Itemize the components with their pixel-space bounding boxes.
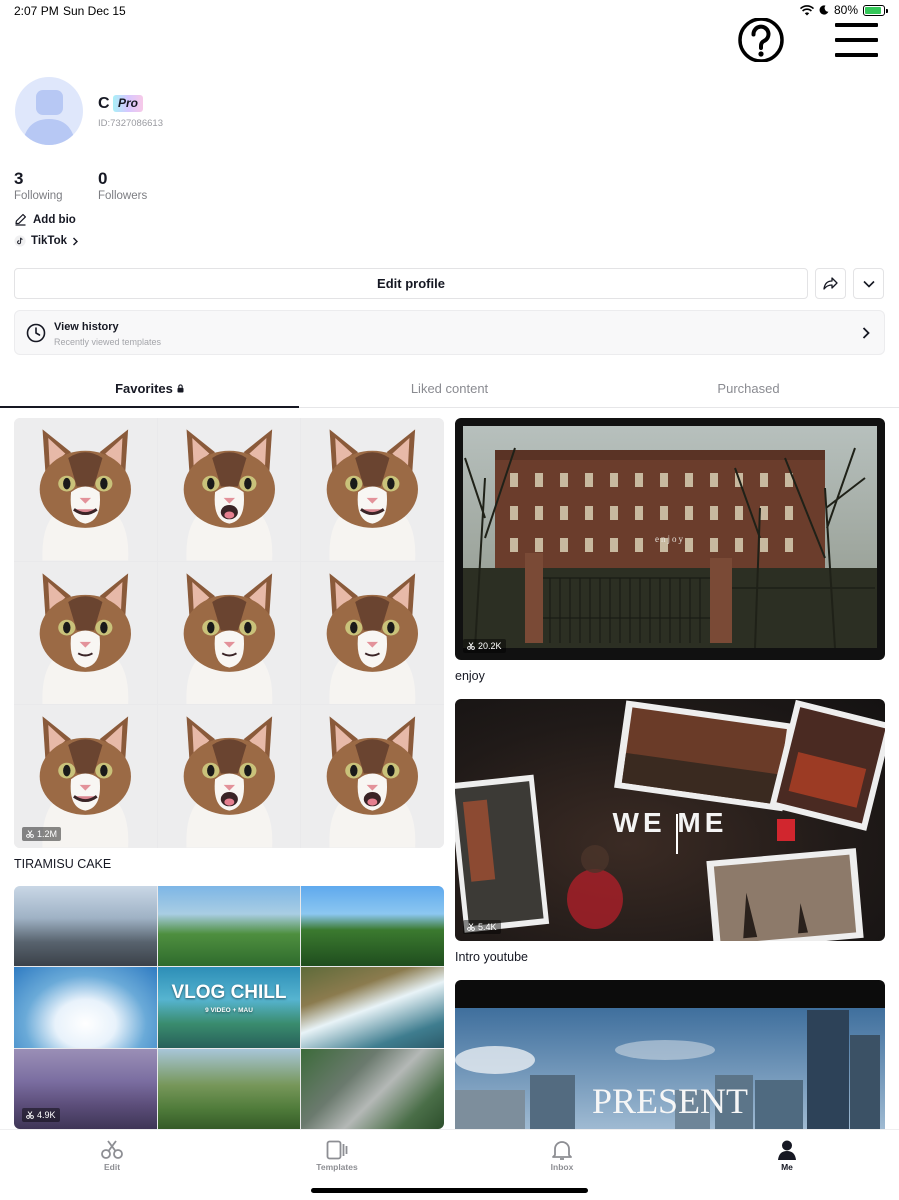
followers-count[interactable]: 0 <box>98 169 107 189</box>
template-title[interactable]: TIRAMISU CAKE <box>14 857 111 871</box>
tiktok-link[interactable]: TikTok <box>14 235 79 247</box>
cat-photo <box>157 705 301 848</box>
overlay-title: enjoy <box>655 534 685 544</box>
tab-favorites-label: Favorites <box>115 381 173 396</box>
overlay-subtitle: 9 VIDEO + MAU <box>205 1007 253 1014</box>
cat-photo <box>301 561 444 705</box>
scissors-icon <box>26 1111 34 1119</box>
pro-badge: Pro <box>113 95 144 112</box>
usage-count: 20.2K <box>463 639 506 653</box>
help-icon[interactable] <box>737 18 785 62</box>
chevron-down-icon <box>862 280 875 288</box>
chevron-right-icon <box>73 237 78 245</box>
template-card-present[interactable]: PRESENT <box>455 980 885 1129</box>
nav-edit[interactable]: Edit <box>72 1140 152 1172</box>
cat-photo <box>14 418 157 561</box>
nav-me[interactable]: Me <box>747 1140 827 1172</box>
add-bio-button[interactable]: Add bio <box>14 213 76 226</box>
avatar[interactable] <box>15 77 83 145</box>
usage-count-value: 4.9K <box>37 1110 56 1120</box>
followers-label[interactable]: Followers <box>98 190 147 202</box>
scissors-icon <box>467 923 475 931</box>
cat-photo-grid <box>14 418 444 848</box>
lock-icon <box>177 384 184 393</box>
tab-liked-content[interactable]: Liked content <box>300 370 599 407</box>
tab-purchased[interactable]: Purchased <box>599 370 898 407</box>
cat-photo <box>14 561 157 705</box>
template-card-enjoy[interactable]: enjoy 20.2K <box>455 418 885 660</box>
battery-icon <box>863 4 888 16</box>
scissors-icon <box>101 1140 123 1159</box>
bell-icon <box>552 1141 572 1160</box>
view-history-subtitle: Recently viewed templates <box>54 337 162 347</box>
scissors-icon <box>467 642 475 650</box>
tab-favorites[interactable]: Favorites <box>0 370 299 408</box>
overlay-title: PRESENT <box>592 1081 748 1121</box>
template-card-tiramisu[interactable]: 1.2M <box>14 418 444 848</box>
share-profile-button[interactable] <box>815 268 846 299</box>
cat-photo <box>301 705 444 848</box>
status-date: Sun Dec 15 <box>63 4 126 18</box>
default-avatar-icon <box>22 90 76 145</box>
usage-count: 5.4K <box>463 920 501 934</box>
nav-me-label: Me <box>781 1162 793 1172</box>
overlay-title: WE ME <box>613 807 728 838</box>
scissors-icon <box>26 830 34 838</box>
hamburger-menu-icon[interactable] <box>835 22 878 58</box>
home-indicator <box>311 1188 588 1193</box>
clock-icon <box>26 323 46 343</box>
more-options-button[interactable] <box>853 268 884 299</box>
usage-count: 1.2M <box>22 827 62 841</box>
template-title[interactable]: Intro youtube <box>455 950 528 964</box>
status-indicators: 80% <box>799 3 888 17</box>
nav-templates[interactable]: Templates <box>297 1140 377 1172</box>
tiktok-label: TikTok <box>31 235 67 247</box>
cat-photo <box>301 418 444 561</box>
usage-count-value: 1.2M <box>37 829 58 839</box>
view-history-row[interactable]: View history Recently viewed templates <box>14 310 885 355</box>
content-tabs: Favorites Liked content Purchased <box>0 370 899 408</box>
templates-icon <box>326 1140 348 1160</box>
cat-photo <box>157 561 301 705</box>
overlay-title: VLOG CHILL <box>171 982 287 1003</box>
moon-icon <box>819 5 829 15</box>
pencil-icon <box>15 213 26 226</box>
edit-profile-button[interactable]: Edit profile <box>14 268 808 299</box>
template-title[interactable]: enjoy <box>455 669 485 683</box>
usage-count: 4.9K <box>22 1108 60 1122</box>
usage-count-value: 5.4K <box>478 922 497 932</box>
usage-count-value: 20.2K <box>478 641 502 651</box>
building-photo: enjoy <box>463 426 877 649</box>
template-card-intro-youtube[interactable]: WE ME 5.4K <box>455 699 885 941</box>
following-label[interactable]: Following <box>14 190 63 202</box>
status-time: 2:07 PM <box>14 4 59 18</box>
city-skyline-photo: PRESENT <box>455 1008 885 1129</box>
chevron-right-icon <box>862 327 870 339</box>
following-count[interactable]: 3 <box>14 169 23 189</box>
photo-collage: WE ME <box>455 699 885 941</box>
person-icon <box>778 1140 796 1160</box>
share-icon <box>823 277 838 290</box>
user-id: ID:7327086613 <box>98 118 163 129</box>
nav-inbox-label: Inbox <box>550 1162 574 1172</box>
add-bio-label: Add bio <box>33 213 76 226</box>
wifi-icon <box>799 4 814 15</box>
view-history-title: View history <box>54 321 119 333</box>
template-card-vlog-chill[interactable]: VLOG CHILL 9 VIDEO + MAU 4.9K <box>14 886 444 1129</box>
username: C <box>98 95 110 112</box>
nav-inbox[interactable]: Inbox <box>522 1140 602 1172</box>
nav-edit-label: Edit <box>103 1162 121 1172</box>
cat-photo <box>157 418 301 561</box>
nav-templates-label: Templates <box>316 1162 358 1172</box>
tiktok-icon <box>14 235 26 247</box>
battery-percent: 80% <box>833 3 858 17</box>
